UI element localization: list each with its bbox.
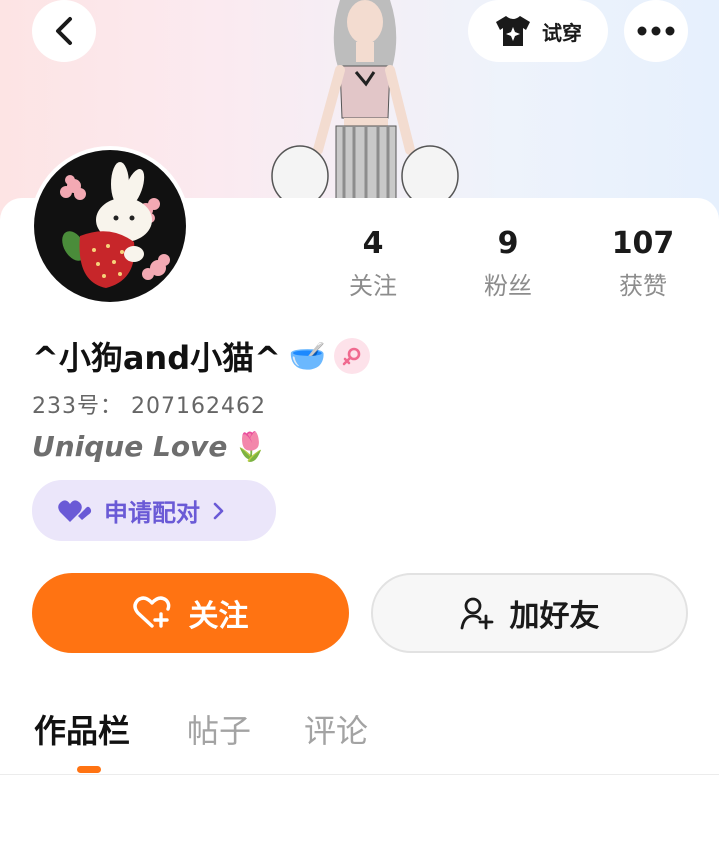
- double-heart-icon: [58, 499, 92, 522]
- stat-label: 关注: [349, 272, 397, 300]
- content-tabs: 作品栏 帖子 评论: [0, 700, 719, 775]
- back-button[interactable]: [32, 0, 96, 62]
- bio: Unique Love 🌷: [32, 430, 268, 463]
- stat-value: 9: [497, 226, 519, 261]
- user-id: 233号： 207162462: [32, 394, 266, 419]
- avatar[interactable]: [30, 146, 190, 306]
- more-button[interactable]: [624, 0, 688, 62]
- try-on-label: 试穿: [542, 20, 582, 45]
- request-match-label: 申请配对: [104, 499, 200, 527]
- more-dots-icon: [637, 26, 675, 36]
- add-user-icon: [460, 597, 493, 630]
- tulip-emoji: 🌷: [233, 430, 269, 463]
- add-friend-label: 加好友: [509, 599, 600, 634]
- bio-text: Unique Love: [32, 430, 228, 463]
- follow-button[interactable]: 关注: [32, 573, 349, 653]
- request-match-button[interactable]: 申请配对: [32, 480, 276, 541]
- heart-plus-icon: [132, 596, 170, 628]
- active-tab-indicator: [77, 766, 101, 773]
- bowl-emoji: 🥣: [288, 338, 327, 374]
- add-friend-button[interactable]: 加好友: [371, 573, 688, 653]
- tab-works[interactable]: 作品栏: [34, 706, 130, 752]
- stat-followers[interactable]: 9 粉丝: [448, 226, 568, 304]
- stat-following[interactable]: 4 关注: [313, 226, 433, 304]
- tab-comments[interactable]: 评论: [304, 706, 368, 752]
- stat-label: 获赞: [619, 272, 667, 300]
- chevron-right-icon: [213, 502, 224, 519]
- female-icon: [334, 338, 371, 374]
- follow-label: 关注: [188, 599, 249, 634]
- stat-value: 107: [611, 226, 675, 261]
- name-row: ^小狗and小猫^ 🥣: [32, 334, 371, 378]
- bunny-strawberry-avatar-icon: [34, 150, 186, 302]
- stat-value: 4: [362, 226, 384, 261]
- try-on-button[interactable]: 试穿: [468, 0, 608, 62]
- tshirt-sparkle-icon: [496, 16, 530, 46]
- username: ^小狗and小猫^: [32, 339, 281, 377]
- stat-likes[interactable]: 107 获赞: [583, 226, 703, 304]
- stat-label: 粉丝: [484, 272, 532, 300]
- character-figure: [271, 0, 459, 200]
- tab-posts[interactable]: 帖子: [187, 706, 251, 752]
- chevron-left-icon: [56, 17, 72, 45]
